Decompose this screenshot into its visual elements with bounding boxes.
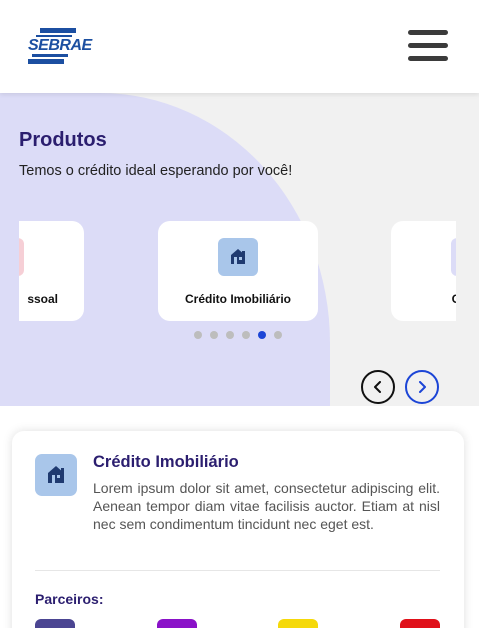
carousel-dot-active[interactable]: [258, 331, 266, 339]
building-icon: [218, 238, 258, 276]
products-carousel[interactable]: ssoal Crédito Imobiliário Crédi: [19, 221, 456, 321]
product-card-active[interactable]: Crédito Imobiliário: [158, 221, 318, 321]
partner-logo-3[interactable]: [278, 619, 318, 628]
product-card[interactable]: Crédi: [391, 221, 456, 321]
carousel-dot[interactable]: [210, 331, 218, 339]
carousel-dot[interactable]: [194, 331, 202, 339]
person-icon: [19, 238, 24, 276]
product-card-label: Crédito Imobiliário: [184, 292, 291, 306]
product-detail-card: Crédito Imobiliário Lorem ipsum dolor si…: [12, 431, 464, 628]
product-card-label: ssoal: [27, 292, 58, 306]
sebrae-logo[interactable]: SEBRAE: [26, 28, 98, 64]
product-detail-description: Lorem ipsum dolor sit amet, consectetur …: [93, 480, 440, 532]
divider: [35, 570, 440, 571]
partners-label: Parceiros:: [35, 591, 104, 607]
product-card-label: Crédi: [451, 292, 456, 306]
chevron-left-icon: [374, 381, 381, 393]
product-card[interactable]: ssoal: [19, 221, 84, 321]
carousel-prev-button[interactable]: [361, 370, 395, 404]
header: SEBRAE: [0, 0, 479, 93]
partner-logo-1[interactable]: [35, 619, 75, 628]
partner-logo-4[interactable]: [400, 619, 440, 628]
hamburger-menu-icon[interactable]: [404, 27, 450, 65]
section-title: Produtos: [19, 129, 107, 151]
generic-icon: [451, 238, 456, 276]
carousel-dot[interactable]: [226, 331, 234, 339]
partner-logo-2[interactable]: [157, 619, 197, 628]
carousel-next-button[interactable]: [405, 370, 439, 404]
chevron-right-icon: [419, 381, 426, 393]
carousel-dot[interactable]: [274, 331, 282, 339]
product-detail-title: Crédito Imobiliário: [93, 453, 239, 471]
products-section: Produtos Temos o crédito ideal esperando…: [0, 93, 479, 406]
building-icon: [35, 454, 77, 496]
section-subtitle: Temos o crédito ideal esperando por você…: [19, 163, 293, 179]
logo-text: SEBRAE: [27, 37, 93, 54]
carousel-dot[interactable]: [242, 331, 250, 339]
